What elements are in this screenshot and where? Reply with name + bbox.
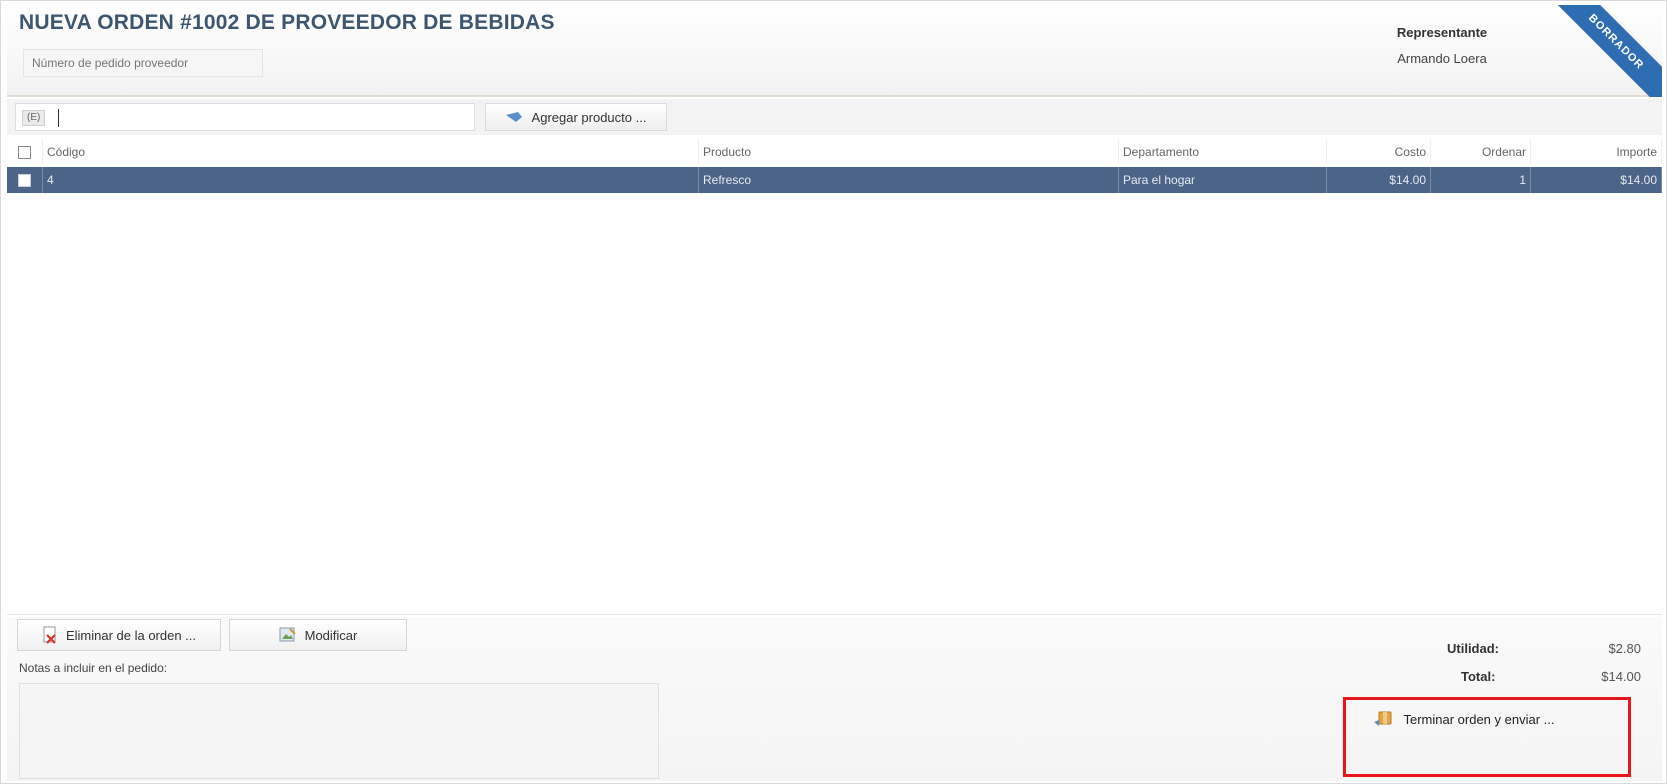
total-label: Total:: [1461, 669, 1496, 684]
product-search-bar: (E) Agregar producto ...: [7, 99, 1662, 135]
app-window: NUEVA ORDEN #1002 DE PROVEEDOR DE BEBIDA…: [0, 0, 1667, 784]
edit-image-icon: [279, 627, 296, 642]
table-row[interactable]: 4 Refresco Para el hogar $14.00 1 $14.00: [7, 167, 1662, 193]
table-header: Código Producto Departamento Costo Orden…: [7, 139, 1662, 165]
remove-from-order-label: Eliminar de la orden ...: [65, 627, 197, 643]
row-department: Para el hogar: [1119, 167, 1327, 193]
supplier-order-number-input[interactable]: [23, 49, 263, 77]
select-all-checkbox[interactable]: [18, 145, 31, 159]
page-title: NUEVA ORDEN #1002 DE PROVEEDOR DE BEBIDA…: [19, 11, 555, 34]
row-checkbox[interactable]: [18, 173, 31, 187]
select-all-cell: [7, 139, 43, 165]
order-items-table: Código Producto Departamento Costo Orden…: [7, 139, 1662, 615]
row-order-quantity[interactable]: 1: [1431, 167, 1531, 193]
column-header-code[interactable]: Código: [43, 139, 699, 165]
row-code: 4: [43, 167, 699, 193]
representative-label: Representante: [1396, 25, 1488, 40]
remove-document-icon: [43, 626, 56, 644]
column-header-amount[interactable]: Importe: [1531, 139, 1662, 165]
order-header: NUEVA ORDEN #1002 DE PROVEEDOR DE BEBIDA…: [7, 5, 1662, 97]
total-value: $14.00: [1601, 669, 1641, 684]
representative-name: Armando Loera: [1397, 51, 1487, 66]
utility-label: Utilidad:: [1447, 641, 1499, 656]
row-cost: $14.00: [1327, 167, 1431, 193]
modify-label: Modificar: [304, 627, 358, 643]
text-caret: [58, 109, 59, 127]
column-header-order[interactable]: Ordenar: [1431, 139, 1531, 165]
product-search-input[interactable]: (E): [15, 103, 475, 131]
search-mode-tag: (E): [22, 110, 46, 126]
add-product-label: Agregar producto ...: [531, 109, 647, 125]
order-notes-input[interactable]: [19, 683, 659, 779]
modify-button[interactable]: Modificar: [229, 619, 407, 651]
remove-from-order-button[interactable]: Eliminar de la orden ...: [17, 619, 221, 651]
status-ribbon-text: BORRADOR: [1552, 5, 1662, 97]
row-select-cell: [7, 167, 43, 193]
status-ribbon: BORRADOR: [1552, 5, 1662, 97]
column-header-product[interactable]: Producto: [699, 139, 1119, 165]
column-header-cost[interactable]: Costo: [1327, 139, 1431, 165]
notes-label: Notas a incluir en el pedido:: [19, 661, 168, 675]
column-header-department[interactable]: Departamento: [1119, 139, 1327, 165]
send-package-icon: [1374, 711, 1392, 726]
row-product: Refresco: [699, 167, 1119, 193]
add-product-button[interactable]: Agregar producto ...: [485, 103, 667, 131]
row-amount: $14.00: [1531, 167, 1662, 193]
order-footer: Eliminar de la orden ... Modificar Notas…: [7, 617, 1662, 781]
add-product-icon: [505, 112, 522, 122]
finish-and-send-order-button[interactable]: Terminar orden y enviar ...: [1325, 699, 1603, 739]
utility-value: $2.80: [1608, 641, 1641, 656]
finish-and-send-order-label: Terminar orden y enviar ...: [1403, 711, 1555, 727]
